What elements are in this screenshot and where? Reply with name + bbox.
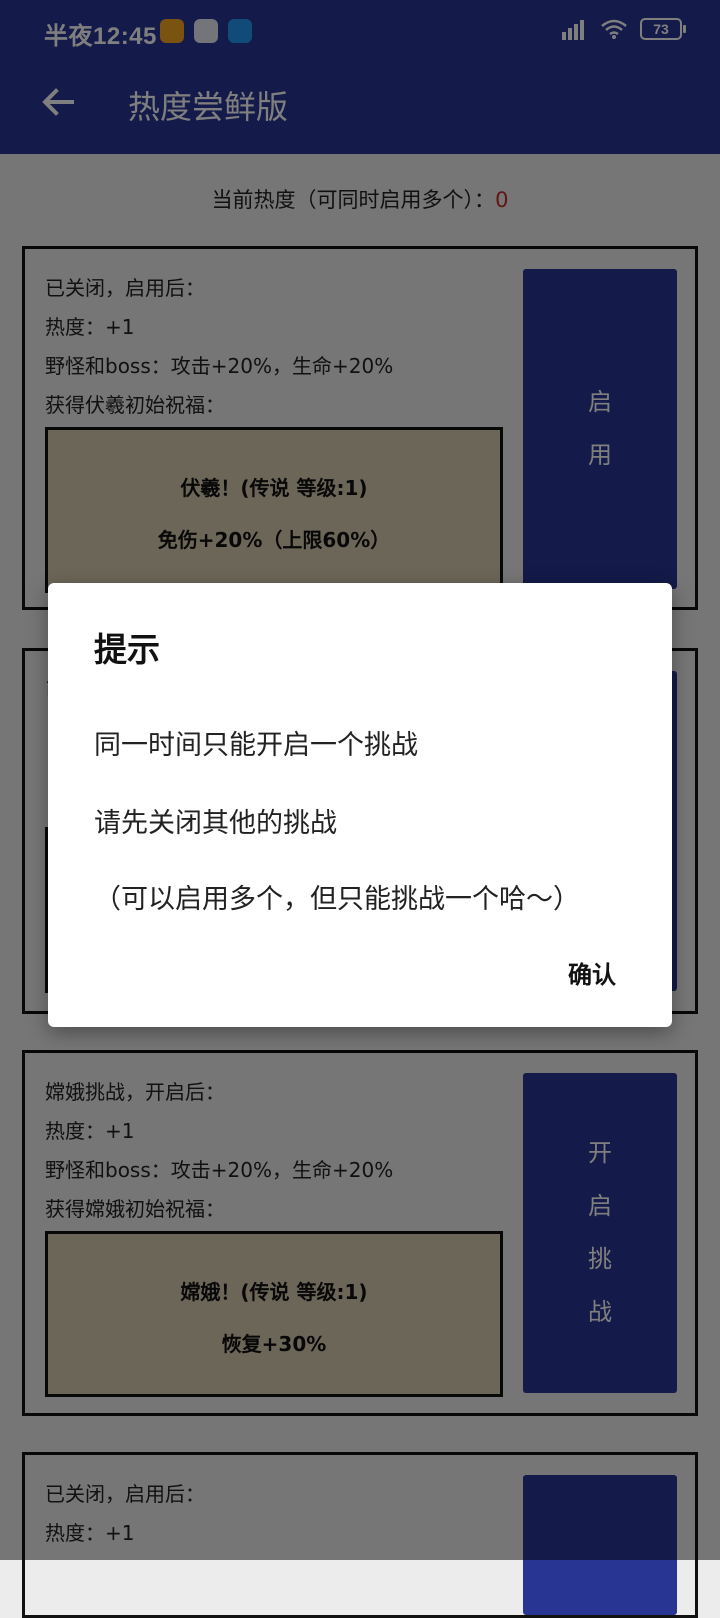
- alert-dialog: 提示 同一时间只能开启一个挑战 请先关闭其他的挑战 （可以启用多个，但只能挑战一…: [48, 583, 672, 1027]
- confirm-button[interactable]: 确认: [568, 955, 616, 990]
- dialog-message: 请先关闭其他的挑战: [94, 808, 337, 839]
- dialog-message: （可以启用多个，但只能挑战一个哈～）: [94, 884, 580, 915]
- dialog-title: 提示: [94, 630, 160, 669]
- dialog-message: 同一时间只能开启一个挑战: [94, 730, 418, 761]
